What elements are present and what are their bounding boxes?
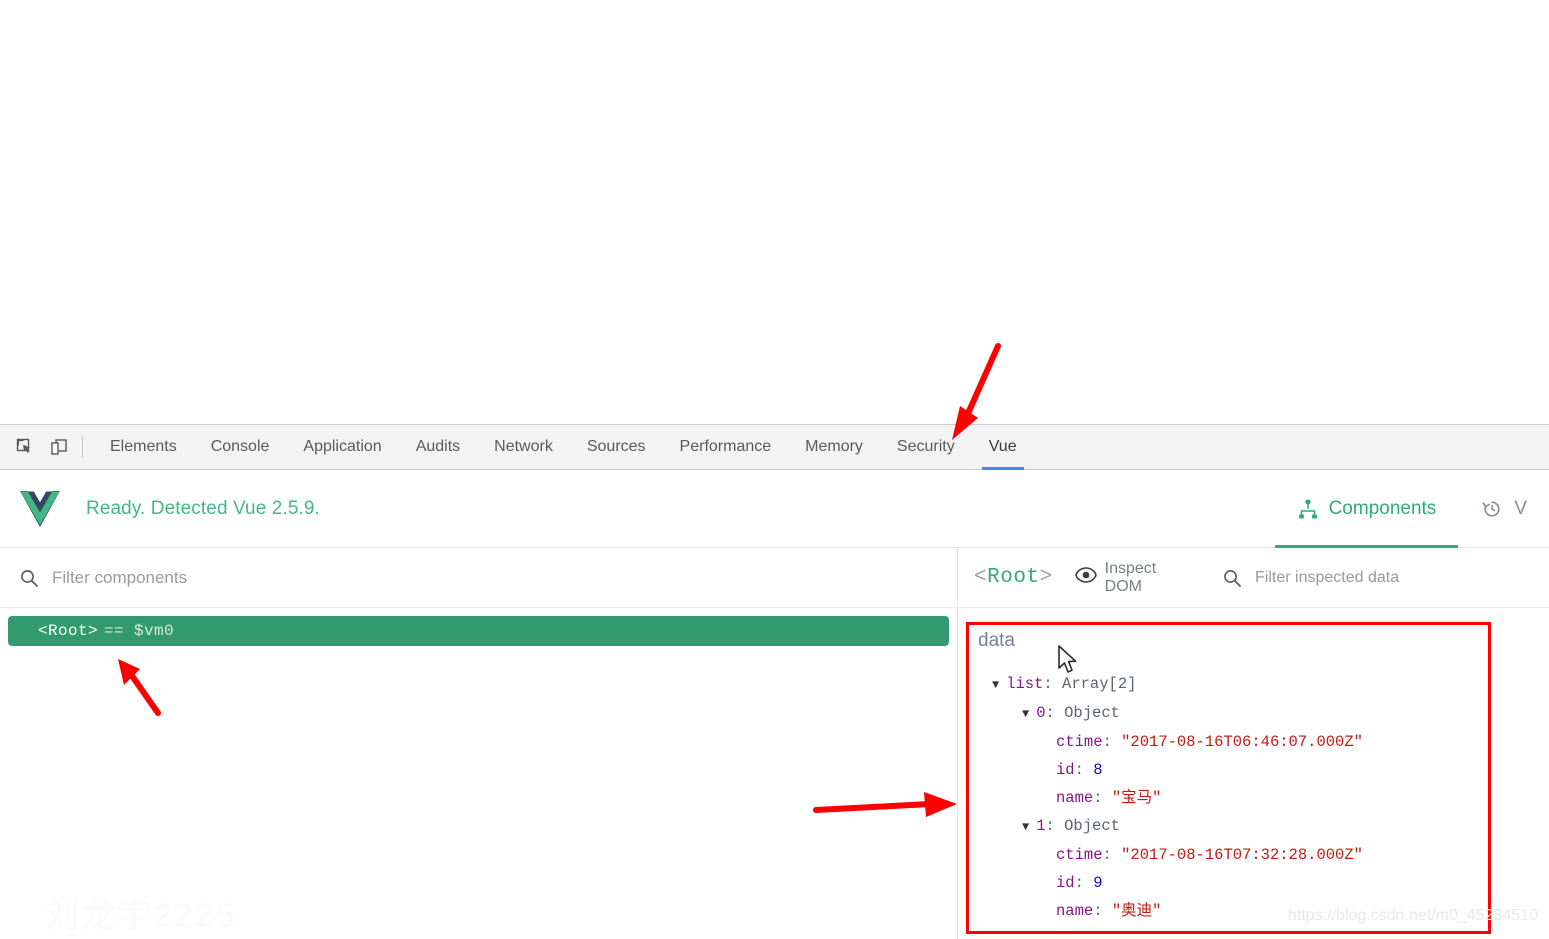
data-sep: : bbox=[1093, 902, 1112, 920]
page-viewport bbox=[0, 0, 1549, 424]
screenshot-root: Elements Console Application Audits Netw… bbox=[0, 0, 1549, 939]
tree-node-vm: == $vm0 bbox=[104, 622, 175, 640]
tab-security-label: Security bbox=[896, 438, 955, 455]
data-row[interactable]: ctime: "2017-08-16T06:46:07.000Z" bbox=[978, 728, 1549, 756]
vuex-history-icon bbox=[1480, 497, 1504, 521]
tab-vue[interactable]: Vue bbox=[972, 425, 1034, 470]
root-bracket-close: > bbox=[1039, 566, 1053, 589]
data-row[interactable]: ▼ 1: Object bbox=[978, 812, 1549, 841]
tab-components-label: Components bbox=[1328, 498, 1437, 519]
tab-vuex[interactable]: V bbox=[1458, 470, 1549, 548]
device-toolbar-icon[interactable] bbox=[42, 430, 76, 464]
tab-audits-label: Audits bbox=[415, 438, 461, 455]
tab-audits[interactable]: Audits bbox=[399, 425, 477, 470]
tab-performance[interactable]: Performance bbox=[663, 425, 789, 470]
tab-network-label: Network bbox=[494, 438, 553, 455]
data-value: 8 bbox=[1093, 761, 1103, 779]
tab-security[interactable]: Security bbox=[880, 425, 972, 470]
data-sep: : bbox=[1043, 675, 1063, 693]
inspected-data-scroll[interactable]: data ▼ list: Array[2] ▼ 0: Object ctime: "… bbox=[958, 608, 1549, 939]
search-icon-inspector bbox=[1220, 568, 1245, 588]
data-key: 0 bbox=[1036, 704, 1046, 722]
tab-vue-label: Vue bbox=[988, 438, 1017, 455]
data-key: id bbox=[1056, 761, 1075, 779]
data-row[interactable]: ▼ list: Array[2] bbox=[978, 670, 1549, 699]
inspect-dom-label: Inspect DOM bbox=[1104, 559, 1157, 595]
data-row[interactable]: id: 8 bbox=[978, 756, 1549, 784]
data-value: "宝马" bbox=[1111, 789, 1162, 807]
tab-memory[interactable]: Memory bbox=[788, 425, 880, 470]
inspected-component-name: <Root> bbox=[974, 566, 1053, 589]
vue-status-text: Ready. Detected Vue 2.5.9. bbox=[86, 497, 320, 519]
search-icon bbox=[16, 568, 42, 588]
root-label: Root bbox=[987, 566, 1040, 589]
tab-components[interactable]: Components bbox=[1274, 470, 1459, 548]
tab-application[interactable]: Application bbox=[286, 425, 398, 470]
tab-console-label: Console bbox=[210, 438, 270, 455]
data-sep: : bbox=[1074, 874, 1094, 892]
components-pane: <Root> == $vm0 bbox=[0, 548, 958, 939]
tab-console[interactable]: Console bbox=[194, 425, 287, 470]
data-row[interactable]: ▼ 0: Object bbox=[978, 699, 1549, 728]
data-key: id bbox=[1056, 874, 1075, 892]
tab-memory-label: Memory bbox=[805, 438, 863, 455]
data-key: ctime bbox=[1056, 733, 1103, 751]
component-tree: <Root> == $vm0 bbox=[0, 608, 957, 646]
filter-inspected-data-input[interactable] bbox=[1255, 568, 1549, 587]
data-sep: : bbox=[1093, 789, 1112, 807]
vue-devtools-header: Ready. Detected Vue 2.5.9. Components V bbox=[0, 470, 1549, 548]
data-value: Object bbox=[1064, 817, 1120, 835]
disclosure-triangle-icon[interactable]: ▼ bbox=[992, 678, 999, 692]
data-row[interactable]: name: "宝马" bbox=[978, 784, 1549, 812]
tab-network[interactable]: Network bbox=[477, 425, 570, 470]
data-value: Array[2] bbox=[1062, 675, 1137, 693]
root-bracket-open: < bbox=[974, 566, 988, 589]
data-key: 1 bbox=[1036, 817, 1046, 835]
tab-vuex-label: V bbox=[1514, 498, 1527, 519]
filter-components-input[interactable] bbox=[52, 567, 957, 588]
devtools-panel: Elements Console Application Audits Netw… bbox=[0, 424, 1549, 939]
devtools-tabstrip: Elements Console Application Audits Netw… bbox=[0, 425, 1549, 470]
disclosure-triangle-icon[interactable]: ▼ bbox=[1022, 707, 1029, 721]
data-sep: : bbox=[1074, 761, 1094, 779]
data-value: "奥迪" bbox=[1111, 902, 1162, 920]
tab-sources[interactable]: Sources bbox=[570, 425, 663, 470]
data-section-title: data bbox=[978, 630, 1015, 651]
inspect-element-icon[interactable] bbox=[8, 430, 42, 464]
data-row[interactable]: id: 9 bbox=[978, 869, 1549, 897]
data-value: "2017-08-16T07:32:28.000Z" bbox=[1121, 846, 1363, 864]
data-key: list bbox=[1006, 675, 1044, 693]
toolbar-divider bbox=[82, 436, 83, 458]
components-filter-bar bbox=[0, 548, 957, 608]
tab-elements[interactable]: Elements bbox=[93, 425, 194, 470]
inspect-dom-button[interactable]: Inspect DOM bbox=[1074, 559, 1196, 596]
vue-logo bbox=[18, 490, 62, 527]
vue-devtools-body: <Root> == $vm0 <Root> bbox=[0, 548, 1549, 939]
data-value: Object bbox=[1064, 704, 1120, 722]
data-sep: : bbox=[1045, 704, 1065, 722]
data-sep: : bbox=[1045, 817, 1065, 835]
devtools-tab-list: Elements Console Application Audits Netw… bbox=[93, 425, 1034, 470]
tab-application-label: Application bbox=[303, 438, 382, 455]
eye-icon bbox=[1074, 567, 1097, 588]
data-sep: : bbox=[1102, 846, 1122, 864]
data-row[interactable]: name: "奥迪" bbox=[978, 897, 1549, 925]
data-key: name bbox=[1056, 902, 1094, 920]
tab-elements-label: Elements bbox=[110, 438, 177, 455]
disclosure-triangle-icon[interactable]: ▼ bbox=[1022, 820, 1029, 834]
data-sep: : bbox=[1102, 733, 1122, 751]
tree-node-root[interactable]: <Root> == $vm0 bbox=[8, 616, 949, 646]
inspector-pane: <Root> Inspect DOM Filter inspected data… bbox=[958, 548, 1549, 939]
data-row[interactable]: ctime: "2017-08-16T07:32:28.000Z" bbox=[978, 841, 1549, 869]
data-key: name bbox=[1056, 789, 1094, 807]
data-key: ctime bbox=[1056, 846, 1103, 864]
tab-sources-label: Sources bbox=[586, 438, 646, 455]
data-value: "2017-08-16T06:46:07.000Z" bbox=[1121, 733, 1363, 751]
tab-performance-label: Performance bbox=[679, 438, 772, 455]
tree-node-tag: <Root> bbox=[38, 622, 99, 640]
data-value: 9 bbox=[1093, 874, 1103, 892]
inspector-toolbar: <Root> Inspect DOM bbox=[958, 548, 1549, 608]
vue-header-tabs: Components V bbox=[1274, 470, 1549, 548]
components-tree-icon bbox=[1297, 498, 1319, 520]
